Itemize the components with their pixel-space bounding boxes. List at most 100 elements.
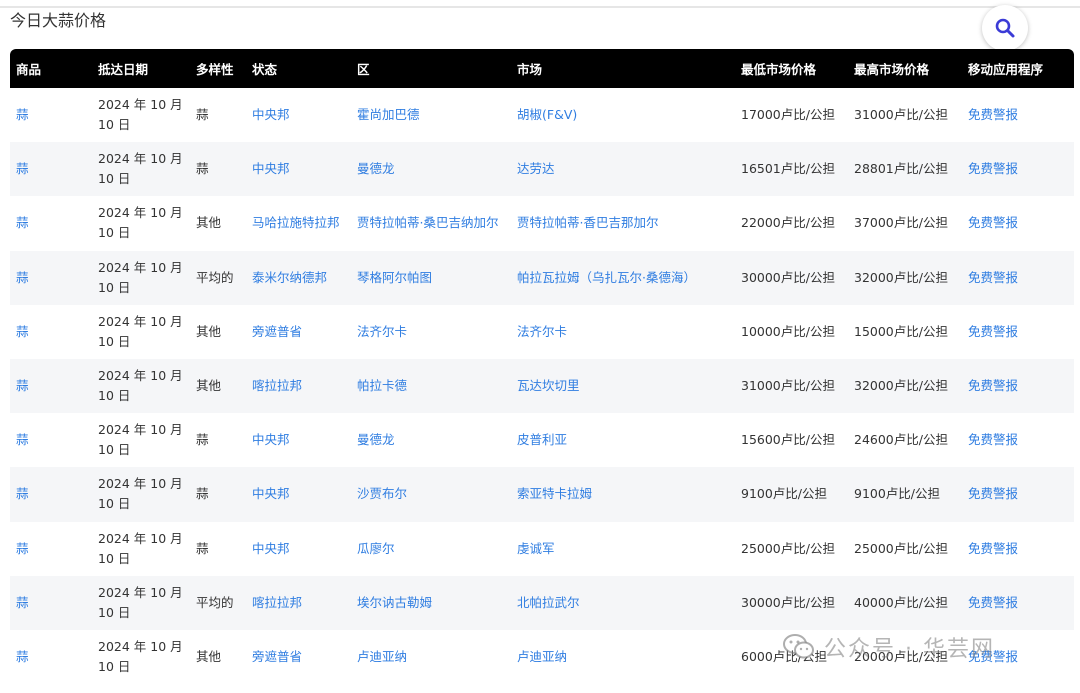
cell-min-price: 22000卢比/公担: [735, 196, 848, 251]
cell-state[interactable]: 中央邦: [246, 521, 351, 576]
cell-state[interactable]: 中央邦: [246, 88, 351, 143]
header-commodity: 商品: [10, 49, 92, 88]
cell-free-alert-link[interactable]: 免费警报: [962, 358, 1074, 414]
cell-min-price: 15600卢比/公担: [735, 413, 848, 468]
cell-market[interactable]: 贾特拉帕蒂·香巴吉那加尔: [511, 196, 735, 251]
cell-state[interactable]: 旁遮普省: [246, 304, 351, 359]
cell-state[interactable]: 马哈拉施特拉邦: [246, 196, 351, 251]
cell-free-alert-link[interactable]: 免费警报: [962, 142, 1074, 197]
cell-free-alert-link[interactable]: 免费警报: [962, 575, 1074, 630]
cell-arrival-date: 2024 年 10 月 10 日: [92, 413, 190, 468]
cell-free-alert-link[interactable]: 免费警报: [962, 250, 1074, 305]
price-table-container[interactable]: 商品 抵达日期 多样性 状态 区 市场 最低市场价格 最高市场价格 移动应用程序…: [10, 49, 1074, 693]
cell-district[interactable]: 沙贾布尔: [351, 467, 511, 522]
cell-arrival-date: 2024 年 10 月 10 日: [92, 467, 190, 522]
cell-min-price: 17000卢比/公担: [735, 88, 848, 143]
table-row: 蒜 2024 年 10 月 10 日其他 马哈拉施特拉邦 贾特拉帕蒂·桑巴吉纳加尔 贾特…: [10, 196, 1074, 251]
cell-max-price: 24600卢比/公担: [848, 413, 962, 468]
cell-variety: 其他: [190, 304, 246, 359]
cell-commodity[interactable]: 蒜: [10, 88, 92, 143]
cell-state[interactable]: 喀拉拉邦: [246, 358, 351, 414]
cell-variety: 平均的: [190, 575, 246, 630]
cell-max-price: 40000卢比/公担: [848, 575, 962, 630]
cell-market[interactable]: 法齐尔卡: [511, 304, 735, 359]
cell-min-price: 25000卢比/公担: [735, 521, 848, 576]
cell-max-price: 20000卢比/公担: [848, 629, 962, 685]
cell-variety: 蒜: [190, 142, 246, 197]
table-row: 蒜 2024 年 10 月 10 日其他 旁遮普省 卢迪亚纳 卢迪亚纳 6000卢比/公担…: [10, 629, 1074, 685]
cell-free-alert-link[interactable]: 免费警报: [962, 196, 1074, 251]
cell-district[interactable]: 贾特拉帕蒂·桑巴吉纳加尔: [351, 196, 511, 251]
cell-district[interactable]: 瓜廖尔: [351, 521, 511, 576]
cell-district[interactable]: 帕拉卡德: [351, 358, 511, 414]
cell-arrival-date: 2024 年 10 月 10 日: [92, 142, 190, 197]
cell-commodity[interactable]: 蒜: [10, 629, 92, 685]
header-arrival-date: 抵达日期: [92, 49, 190, 88]
cell-state[interactable]: 中央邦: [246, 413, 351, 468]
cell-commodity[interactable]: 蒜: [10, 196, 92, 251]
cell-variety: 蒜: [190, 521, 246, 576]
cell-free-alert-link[interactable]: 免费警报: [962, 304, 1074, 359]
cell-market[interactable]: 北帕拉武尔: [511, 575, 735, 630]
cell-district[interactable]: 卢迪亚纳: [351, 629, 511, 685]
cell-commodity[interactable]: 蒜: [10, 521, 92, 576]
cell-market[interactable]: 达劳达: [511, 142, 735, 197]
cell-arrival-date: 2024 年 10 月 10 日: [92, 521, 190, 576]
cell-market[interactable]: 卢迪亚纳: [511, 629, 735, 685]
cell-state[interactable]: 中央邦: [246, 142, 351, 197]
cell-district[interactable]: 曼德龙: [351, 142, 511, 197]
table-row: 蒜 2024 年 10 月 10 日蒜中央邦 曼德龙 皮普利亚 15600卢比/公担 24…: [10, 413, 1074, 468]
cell-commodity[interactable]: 蒜: [10, 575, 92, 630]
cell-arrival-date: 2024 年 10 月 10 日: [92, 304, 190, 359]
cell-state[interactable]: 泰米尔纳德邦: [246, 250, 351, 305]
cell-district[interactable]: 琴格阿尔帕图: [351, 250, 511, 305]
cell-commodity[interactable]: 蒜: [10, 413, 92, 468]
cell-max-price: 32000卢比/公担: [848, 250, 962, 305]
table-row: 蒜 2024 年 10 月 10 日蒜中央邦 瓜廖尔 虔诚军 25000卢比/公担 250…: [10, 521, 1074, 576]
cell-variety: 蒜: [190, 413, 246, 468]
cell-min-price: 6000卢比/公担: [735, 629, 848, 685]
cell-commodity[interactable]: 蒜: [10, 467, 92, 522]
cell-min-price: 10000卢比/公担: [735, 304, 848, 359]
cell-min-price: 30000卢比/公担: [735, 575, 848, 630]
cell-district[interactable]: 法齐尔卡: [351, 304, 511, 359]
cell-market[interactable]: 胡椒(F&V): [511, 88, 735, 143]
cell-variety: 其他: [190, 196, 246, 251]
cell-market[interactable]: 瓦达坎切里: [511, 358, 735, 414]
cell-market[interactable]: 虔诚军: [511, 521, 735, 576]
cell-commodity[interactable]: 蒜: [10, 142, 92, 197]
cell-min-price: 16501卢比/公担: [735, 142, 848, 197]
table-header-row: 商品 抵达日期 多样性 状态 区 市场 最低市场价格 最高市场价格 移动应用程序: [10, 49, 1074, 88]
cell-variety: 其他: [190, 358, 246, 414]
cell-max-price: 37000卢比/公担: [848, 196, 962, 251]
cell-free-alert-link[interactable]: 免费警报: [962, 88, 1074, 143]
cell-state[interactable]: 喀拉拉邦: [246, 575, 351, 630]
cell-max-price: 25000卢比/公担: [848, 521, 962, 576]
table-row: 蒜 2024 年 10 月 10 日平均的 泰米尔纳德邦 琴格阿尔帕图 帕拉瓦拉姆（乌扎…: [10, 250, 1074, 305]
cell-free-alert-link[interactable]: 免费警报: [962, 629, 1074, 685]
cell-free-alert-link[interactable]: 免费警报: [962, 521, 1074, 576]
cell-district[interactable]: 霍尚加巴德: [351, 88, 511, 143]
cell-state[interactable]: 旁遮普省: [246, 629, 351, 685]
cell-arrival-date: 2024 年 10 月 10 日: [92, 358, 190, 414]
cell-market[interactable]: 索亚特卡拉姆: [511, 467, 735, 522]
cell-market[interactable]: 皮普利亚: [511, 413, 735, 468]
cell-variety: 其他: [190, 629, 246, 685]
cell-district[interactable]: 埃尔讷古勒姆: [351, 575, 511, 630]
cell-state[interactable]: 中央邦: [246, 467, 351, 522]
cell-variety: 蒜: [190, 88, 246, 143]
search-button[interactable]: [982, 5, 1028, 51]
cell-commodity[interactable]: 蒜: [10, 250, 92, 305]
cell-free-alert-link[interactable]: 免费警报: [962, 413, 1074, 468]
cell-commodity[interactable]: 蒜: [10, 304, 92, 359]
table-row: 蒜 2024 年 10 月 10 日蒜中央邦 霍尚加巴德 胡椒(F&V) 17000卢比…: [10, 88, 1074, 143]
cell-min-price: 30000卢比/公担: [735, 250, 848, 305]
cell-max-price: 15000卢比/公担: [848, 304, 962, 359]
cell-commodity[interactable]: 蒜: [10, 358, 92, 414]
header-mobile-app: 移动应用程序: [962, 49, 1074, 88]
cell-market[interactable]: 帕拉瓦拉姆（乌扎瓦尔·桑德海）: [511, 250, 735, 305]
cell-arrival-date: 2024 年 10 月 10 日: [92, 88, 190, 143]
cell-free-alert-link[interactable]: 免费警报: [962, 467, 1074, 522]
cell-arrival-date: 2024 年 10 月 10 日: [92, 250, 190, 305]
cell-district[interactable]: 曼德龙: [351, 413, 511, 468]
